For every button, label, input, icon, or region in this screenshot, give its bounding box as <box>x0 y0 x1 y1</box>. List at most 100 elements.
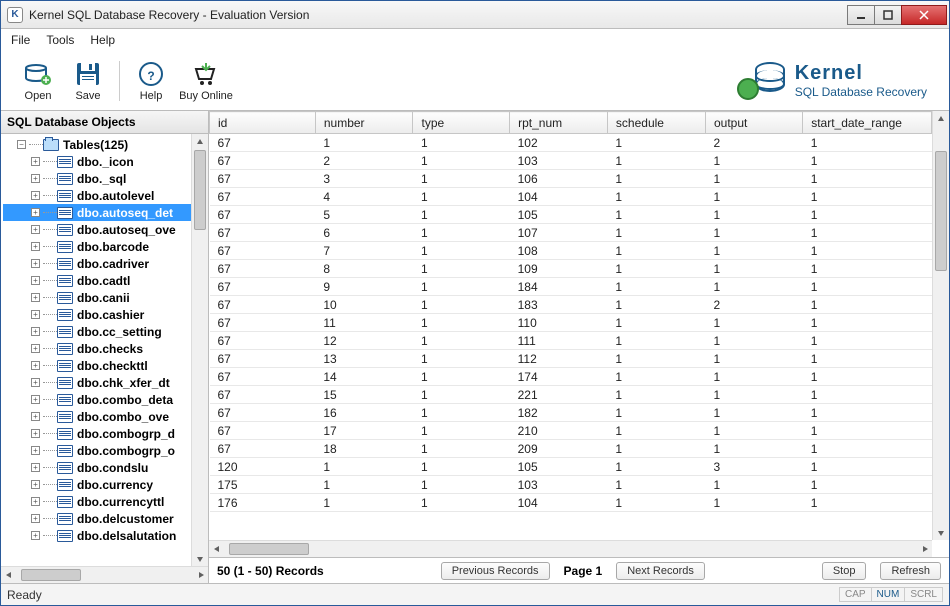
table-row[interactable]: 6741104111 <box>210 188 932 206</box>
table-cell: 1 <box>413 170 510 188</box>
table-icon <box>57 156 73 168</box>
tree-item[interactable]: dbo.canii <box>3 289 191 306</box>
save-button[interactable]: Save <box>63 55 113 107</box>
tree-item[interactable]: dbo.autoseq_ove <box>3 221 191 238</box>
maximize-button[interactable] <box>874 5 902 25</box>
brand: Kernel SQL Database Recovery <box>737 62 937 100</box>
table-cell: 9 <box>315 278 413 296</box>
table-row[interactable]: 6711102121 <box>210 134 932 152</box>
tree-item[interactable]: dbo.cadriver <box>3 255 191 272</box>
table-row[interactable]: 67141174111 <box>210 368 932 386</box>
table-cell: 1 <box>803 368 932 386</box>
table-row[interactable]: 67181209111 <box>210 440 932 458</box>
object-tree[interactable]: Tables(125)dbo._icondbo._sqldbo.autoleve… <box>1 134 191 566</box>
stop-button[interactable]: Stop <box>822 562 867 580</box>
minimize-button[interactable] <box>847 5 875 25</box>
table-row[interactable]: 67131112111 <box>210 350 932 368</box>
tree-item[interactable]: dbo.checks <box>3 340 191 357</box>
table-cell: 10 <box>315 296 413 314</box>
table-cell: 1 <box>803 422 932 440</box>
menu-file[interactable]: File <box>11 33 30 47</box>
buy-online-button[interactable]: Buy Online <box>176 55 236 107</box>
scrollbar-thumb[interactable] <box>21 569 81 581</box>
table-row[interactable]: 6721103111 <box>210 152 932 170</box>
help-icon: ? <box>137 60 165 88</box>
tree-item[interactable]: dbo.autoseq_det <box>3 204 191 221</box>
scrollbar-thumb[interactable] <box>935 151 947 271</box>
table-row[interactable]: 67161182111 <box>210 404 932 422</box>
column-header[interactable]: id <box>210 112 316 134</box>
tree-item[interactable]: dbo.combogrp_d <box>3 425 191 442</box>
help-button[interactable]: ? Help <box>126 55 176 107</box>
column-header[interactable]: start_date_range <box>803 112 932 134</box>
menu-help[interactable]: Help <box>90 33 115 47</box>
table-cell: 109 <box>510 260 608 278</box>
column-header[interactable]: number <box>315 112 413 134</box>
table-cell: 111 <box>510 332 608 350</box>
table-row[interactable]: 6731106111 <box>210 170 932 188</box>
table-cell: 12 <box>315 332 413 350</box>
table-row[interactable]: 67171210111 <box>210 422 932 440</box>
table-cell: 1 <box>607 206 705 224</box>
table-cell: 1 <box>413 278 510 296</box>
column-header[interactable]: type <box>413 112 510 134</box>
table-row[interactable]: 6771108111 <box>210 242 932 260</box>
tree-item[interactable]: dbo._sql <box>3 170 191 187</box>
data-grid[interactable]: idnumbertyperpt_numscheduleoutputstart_d… <box>209 111 932 540</box>
table-icon <box>57 428 73 440</box>
scrollbar-thumb[interactable] <box>229 543 309 555</box>
next-records-button[interactable]: Next Records <box>616 562 705 580</box>
table-row[interactable]: 17511103111 <box>210 476 932 494</box>
tree-item[interactable]: dbo.currency <box>3 476 191 493</box>
table-row[interactable]: 6781109111 <box>210 260 932 278</box>
table-row[interactable]: 6791184111 <box>210 278 932 296</box>
tree-item[interactable]: dbo.autolevel <box>3 187 191 204</box>
tree-item[interactable]: dbo.cashier <box>3 306 191 323</box>
table-row[interactable]: 67121111111 <box>210 332 932 350</box>
table-row[interactable]: 67151221111 <box>210 386 932 404</box>
tree-item[interactable]: dbo.cc_setting <box>3 323 191 340</box>
table-cell: 1 <box>803 440 932 458</box>
table-row[interactable]: 67101183121 <box>210 296 932 314</box>
table-row[interactable]: 12011105131 <box>210 458 932 476</box>
tree-item[interactable]: dbo.combogrp_o <box>3 442 191 459</box>
table-row[interactable]: 17611104111 <box>210 494 932 512</box>
previous-records-button[interactable]: Previous Records <box>441 562 550 580</box>
tree-horizontal-scrollbar[interactable] <box>1 566 208 583</box>
tree-item[interactable]: dbo.cadtl <box>3 272 191 289</box>
grid-horizontal-scrollbar[interactable] <box>209 540 932 557</box>
menu-tools[interactable]: Tools <box>46 33 74 47</box>
left-panel: SQL Database Objects Tables(125)dbo._ico… <box>1 111 209 583</box>
table-cell: 1 <box>413 134 510 152</box>
table-cell: 1 <box>705 350 802 368</box>
tree-item[interactable]: dbo.combo_deta <box>3 391 191 408</box>
scrollbar-thumb[interactable] <box>194 150 206 230</box>
tree-item[interactable]: dbo.checkttl <box>3 357 191 374</box>
column-header[interactable]: schedule <box>607 112 705 134</box>
tree-item[interactable]: dbo.combo_ove <box>3 408 191 425</box>
table-row[interactable]: 67111110111 <box>210 314 932 332</box>
open-button[interactable]: Open <box>13 55 63 107</box>
table-icon <box>57 394 73 406</box>
tree-item[interactable]: dbo.delsalutation <box>3 527 191 544</box>
tree-item[interactable]: dbo.condslu <box>3 459 191 476</box>
table-row[interactable]: 6761107111 <box>210 224 932 242</box>
table-row[interactable]: 6751105111 <box>210 206 932 224</box>
tree-item[interactable]: dbo._icon <box>3 153 191 170</box>
tree-item[interactable]: dbo.chk_xfer_dt <box>3 374 191 391</box>
tree-item[interactable]: dbo.barcode <box>3 238 191 255</box>
table-icon <box>57 326 73 338</box>
grid-vertical-scrollbar[interactable] <box>932 111 949 540</box>
table-cell: 1 <box>803 476 932 494</box>
tree-root[interactable]: Tables(125) <box>3 136 191 153</box>
table-cell: 1 <box>705 386 802 404</box>
refresh-button[interactable]: Refresh <box>880 562 941 580</box>
tree-vertical-scrollbar[interactable] <box>191 134 208 566</box>
close-button[interactable] <box>901 5 947 25</box>
column-header[interactable]: output <box>705 112 802 134</box>
toolbar-separator <box>119 61 120 101</box>
table-cell: 1 <box>607 224 705 242</box>
tree-item[interactable]: dbo.currencyttl <box>3 493 191 510</box>
tree-item[interactable]: dbo.delcustomer <box>3 510 191 527</box>
column-header[interactable]: rpt_num <box>510 112 608 134</box>
